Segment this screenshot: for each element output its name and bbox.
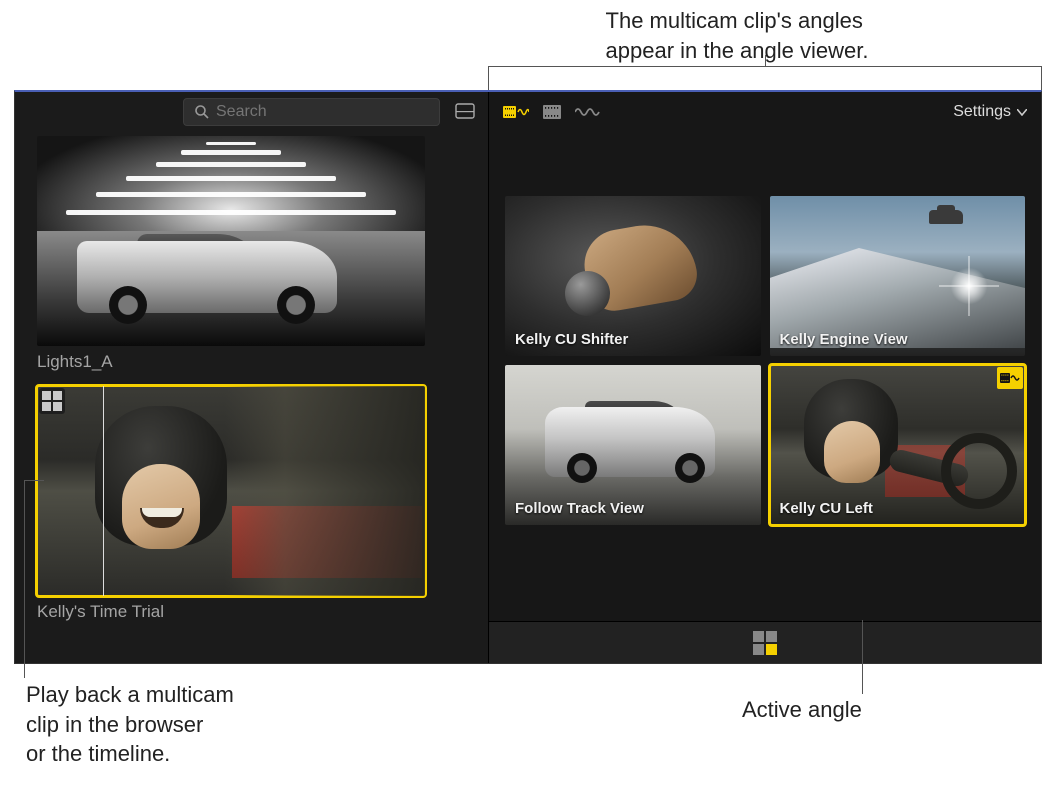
clip-thumbnail[interactable] [37, 136, 425, 346]
callout-top-l1: The multicam clip's angles [606, 8, 863, 33]
angle-label: Follow Track View [515, 500, 644, 517]
clip-thumbnail-selected[interactable] [37, 386, 425, 596]
switch-video-only-icon[interactable] [543, 104, 561, 120]
switch-audio-only-icon[interactable] [575, 105, 601, 119]
angle-cell-active[interactable]: Kelly CU Left [770, 365, 1026, 525]
multicam-badge-icon [39, 388, 65, 414]
browser-panel: Lights1_A Kelly's Time Trial [15, 92, 489, 663]
browser-toolbar [15, 92, 488, 132]
viewer-toolbar: Settings [489, 92, 1041, 132]
search-icon [194, 104, 210, 120]
callout-left-l1: Play back a multicam [26, 682, 234, 707]
search-input[interactable] [216, 103, 429, 121]
browser-clip[interactable]: Lights1_A [37, 136, 488, 372]
active-angle-badge-icon [997, 367, 1023, 389]
chevron-down-icon [1017, 109, 1027, 116]
angle-cell[interactable]: Follow Track View [505, 365, 761, 525]
angle-grid: Kelly CU Shifter Kelly Engine View Follo… [489, 132, 1041, 621]
angle-cell[interactable]: Kelly Engine View [770, 196, 1026, 356]
clip-appearance-button[interactable] [450, 98, 480, 126]
app-frame: Lights1_A Kelly's Time Trial [14, 90, 1042, 664]
switch-video-audio-icon[interactable] [503, 104, 529, 120]
clip-label: Lights1_A [37, 352, 488, 372]
angle-label: Kelly CU Left [780, 500, 873, 517]
angle-layout-button[interactable] [753, 631, 777, 655]
playhead[interactable] [103, 386, 104, 596]
browser-multicam-clip[interactable]: Kelly's Time Trial [37, 386, 488, 622]
callout-left-l2: clip in the browser [26, 712, 203, 737]
callout-top: The multicam clip's angles appear in the… [0, 0, 1056, 65]
settings-label: Settings [953, 103, 1011, 121]
callout-connector-right [862, 620, 863, 694]
clip-label: Kelly's Time Trial [37, 602, 488, 622]
angle-cell[interactable]: Kelly CU Shifter [505, 196, 761, 356]
clip-list: Lights1_A Kelly's Time Trial [15, 132, 488, 663]
angle-label: Kelly Engine View [780, 331, 908, 348]
search-field[interactable] [183, 98, 440, 126]
callout-connector-top [488, 66, 1042, 90]
callout-left-l3: or the timeline. [26, 741, 170, 766]
callout-left: Play back a multicam clip in the browser… [26, 680, 286, 769]
callout-connector-left [24, 480, 25, 678]
callout-right: Active angle [742, 697, 862, 723]
callout-top-l2: appear in the angle viewer. [606, 38, 869, 63]
angle-viewer-panel: Settings Kelly CU Shifter Kelly Engine V… [489, 92, 1041, 663]
switch-mode-group [503, 104, 601, 120]
viewer-footer [489, 621, 1041, 663]
angle-label: Kelly CU Shifter [515, 331, 628, 348]
settings-menu[interactable]: Settings [953, 103, 1027, 121]
